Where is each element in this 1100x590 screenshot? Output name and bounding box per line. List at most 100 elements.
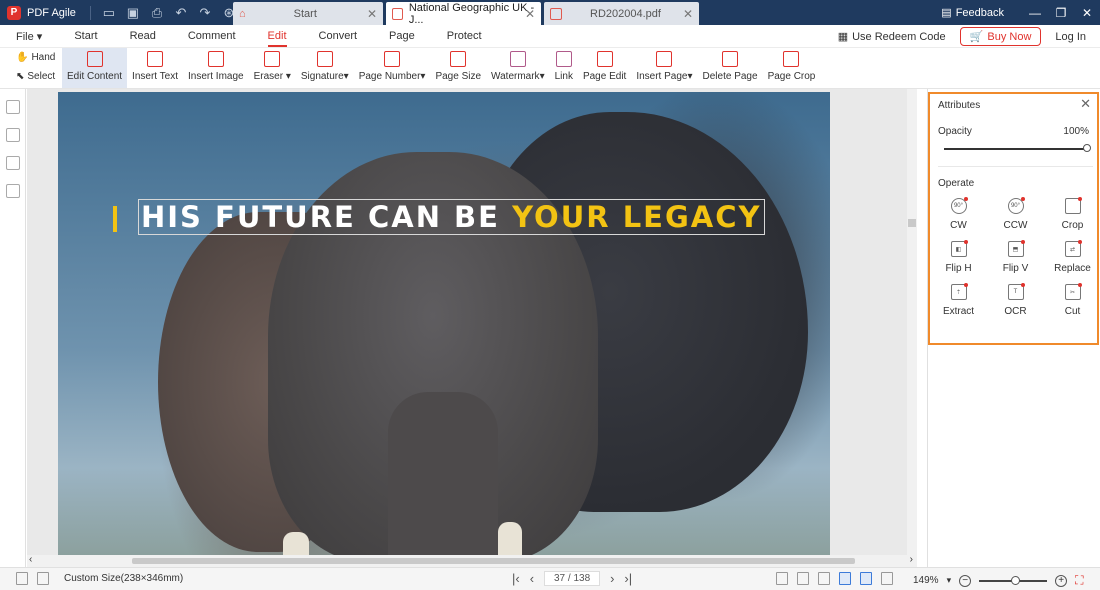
close-icon[interactable]: ✕ bbox=[525, 7, 535, 21]
opacity-slider[interactable] bbox=[944, 148, 1087, 150]
scroll-left-icon[interactable]: ‹ bbox=[29, 554, 32, 565]
menu-start[interactable]: Start bbox=[58, 30, 113, 42]
page-size-tool[interactable]: Page Size bbox=[430, 48, 486, 88]
scroll-thumb[interactable] bbox=[132, 558, 855, 564]
menu-file[interactable]: File ▾ bbox=[0, 30, 58, 43]
zoom-slider[interactable] bbox=[979, 575, 1048, 585]
link-tool[interactable]: Link bbox=[550, 48, 578, 88]
view-page-icon[interactable] bbox=[860, 572, 872, 585]
view-continuous-icon[interactable] bbox=[839, 572, 851, 585]
undo-icon[interactable]: ↶ bbox=[173, 5, 189, 21]
op-label: Extract bbox=[942, 306, 975, 317]
next-page-icon[interactable]: › bbox=[610, 571, 614, 586]
last-page-icon[interactable]: ›| bbox=[624, 571, 632, 586]
prev-page-icon[interactable]: ‹ bbox=[530, 571, 534, 586]
login-link[interactable]: Log In bbox=[1055, 31, 1086, 43]
menu-comment[interactable]: Comment bbox=[172, 30, 252, 42]
menu-page[interactable]: Page bbox=[373, 30, 431, 42]
document-icon[interactable] bbox=[37, 572, 49, 585]
delete-page-tool[interactable]: Delete Page bbox=[698, 48, 763, 88]
zoom-dropdown-icon[interactable]: ▾ bbox=[947, 575, 952, 586]
crop-button[interactable]: Crop bbox=[1044, 197, 1100, 231]
insert-image-tool[interactable]: Insert Image bbox=[183, 48, 249, 88]
vertical-scrollbar[interactable] bbox=[907, 89, 917, 555]
rotate-ccw-button[interactable]: 90° CCW bbox=[987, 197, 1044, 231]
flip-h-button[interactable]: ◧ Flip H bbox=[930, 240, 987, 274]
cut-button[interactable]: ✂ Cut bbox=[1044, 283, 1100, 317]
menu-read[interactable]: Read bbox=[114, 30, 172, 42]
open-folder-icon[interactable]: ▭ bbox=[101, 5, 117, 21]
outline-icon[interactable] bbox=[5, 100, 20, 114]
headline-textbox[interactable]: HIS FUTURE CAN BE YOUR LEGACY bbox=[138, 199, 765, 235]
close-icon[interactable]: ✕ bbox=[683, 7, 693, 21]
attachments-icon[interactable] bbox=[5, 184, 20, 198]
save-icon[interactable]: ▣ bbox=[125, 5, 141, 21]
view-fit-icon[interactable] bbox=[797, 572, 809, 585]
zoom-value[interactable]: 149% bbox=[913, 575, 939, 586]
tab-label: Start bbox=[293, 7, 317, 20]
extract-button[interactable]: ⇡ Extract bbox=[930, 283, 987, 317]
page-size-label: Custom Size(238×346mm) bbox=[64, 573, 184, 584]
menu-edit[interactable]: Edit bbox=[252, 30, 303, 47]
close-icon[interactable]: ✕ bbox=[367, 7, 377, 21]
cursor-icon: ⬉ bbox=[16, 71, 25, 82]
redo-icon[interactable]: ↷ bbox=[197, 5, 213, 21]
link-icon bbox=[555, 51, 572, 67]
replace-button[interactable]: ⇄ Replace bbox=[1044, 240, 1100, 274]
thumbnails-icon[interactable] bbox=[5, 128, 20, 142]
print-icon[interactable]: ⎙ bbox=[149, 5, 165, 21]
watermark-icon bbox=[509, 51, 526, 67]
watermark-tool[interactable]: Watermark▾ bbox=[486, 48, 550, 88]
menu-protect[interactable]: Protect bbox=[431, 30, 498, 42]
close-icon[interactable]: ✕ bbox=[1080, 96, 1091, 112]
rotate-cw-button[interactable]: 90° CW bbox=[930, 197, 987, 231]
app-logo-icon: P bbox=[7, 5, 21, 20]
minimize-button[interactable]: — bbox=[1022, 6, 1048, 20]
restore-button[interactable]: ❐ bbox=[1048, 6, 1074, 20]
insert-text-tool[interactable]: Insert Text bbox=[127, 48, 183, 88]
select-tool[interactable]: ⬉ Select bbox=[16, 67, 62, 86]
page-thumbnail-icon[interactable] bbox=[16, 572, 28, 585]
feedback-button[interactable]: ▤ Feedback bbox=[941, 6, 1004, 20]
zoom-in-button[interactable]: + bbox=[1055, 574, 1068, 587]
page-crop-tool[interactable]: Page Crop bbox=[763, 48, 821, 88]
first-page-icon[interactable]: |‹ bbox=[512, 571, 520, 586]
tab-label: National Geographic UK - J... bbox=[408, 1, 535, 26]
page-edit-icon bbox=[596, 51, 613, 67]
horizontal-scrollbar[interactable]: ‹ › bbox=[27, 554, 917, 567]
page-number-tool[interactable]: Page Number▾ bbox=[354, 48, 431, 88]
signature-tool[interactable]: Signature▾ bbox=[296, 48, 354, 88]
tab-start[interactable]: ⌂ Start ✕ bbox=[233, 2, 383, 25]
tab-document[interactable]: National Geographic UK - J... ✕ bbox=[386, 1, 541, 26]
app-name: PDF Agile bbox=[27, 6, 76, 19]
pdf-page[interactable]: HIS FUTURE CAN BE YOUR LEGACY bbox=[58, 92, 830, 555]
page-number-input[interactable]: 37 / 138 bbox=[544, 571, 601, 586]
annotations-icon[interactable] bbox=[5, 156, 20, 170]
tab-rd202004[interactable]: RD202004.pdf ✕ bbox=[544, 2, 699, 25]
eraser-tool[interactable]: Eraser ▾ bbox=[249, 48, 296, 88]
tool-label: Link bbox=[554, 71, 573, 82]
zoom-slider-handle[interactable] bbox=[1011, 575, 1021, 585]
view-single-icon[interactable] bbox=[776, 572, 788, 585]
ocr-button[interactable]: T OCR bbox=[987, 283, 1044, 317]
hand-tool[interactable]: ✋ Hand bbox=[16, 48, 62, 67]
scroll-thumb[interactable] bbox=[908, 219, 916, 227]
fullscreen-icon[interactable]: ⛶ bbox=[1075, 573, 1083, 588]
insert-page-tool[interactable]: Insert Page▾ bbox=[631, 48, 697, 88]
document-viewer[interactable]: HIS FUTURE CAN BE YOUR LEGACY bbox=[27, 89, 917, 555]
page-edit-tool[interactable]: Page Edit bbox=[578, 48, 631, 88]
scroll-right-icon[interactable]: › bbox=[910, 554, 913, 565]
close-window-button[interactable]: ✕ bbox=[1074, 6, 1100, 20]
menu-convert[interactable]: Convert bbox=[303, 30, 374, 42]
headline-text[interactable]: HIS FUTURE CAN BE YOUR LEGACY bbox=[113, 199, 765, 235]
buy-now-button[interactable]: 🛒 Buy Now bbox=[959, 27, 1042, 46]
view-double-icon[interactable] bbox=[881, 572, 893, 585]
opacity-slider-handle[interactable] bbox=[1083, 144, 1091, 152]
signature-icon bbox=[316, 51, 333, 67]
tool-label: Delete Page bbox=[702, 71, 758, 82]
zoom-out-button[interactable]: − bbox=[959, 574, 972, 587]
view-width-icon[interactable] bbox=[818, 572, 830, 585]
flip-v-button[interactable]: ⬒ Flip V bbox=[987, 240, 1044, 274]
redeem-code-button[interactable]: ▦ Use Redeem Code bbox=[838, 30, 946, 44]
edit-content-tool[interactable]: Edit Content bbox=[62, 48, 128, 88]
